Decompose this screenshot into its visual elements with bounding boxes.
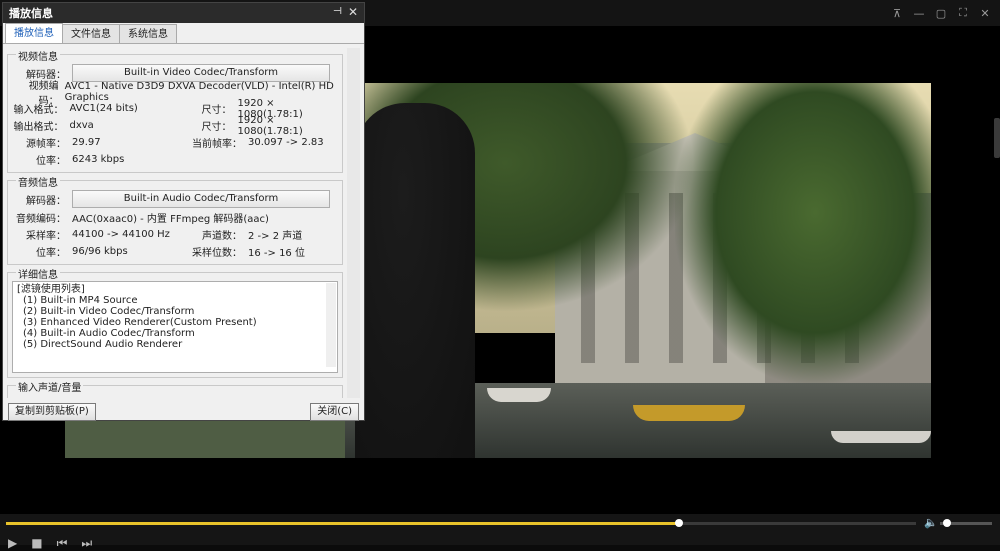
scene-boat-right [831, 431, 931, 443]
playback-controls: ▶ ■ ⏮ ⏭ [8, 536, 92, 551]
playback-info-dialog: 播放信息 ⊣ ✕ 播放信息 文件信息 系统信息 视频信息 解码器： Built-… [2, 2, 365, 421]
scene-boat-white [487, 388, 551, 402]
previous-icon[interactable]: ⏮ [57, 536, 68, 551]
volume-icon[interactable]: 🔈 [924, 516, 938, 529]
video-row-label2: 尺寸： [201, 105, 232, 116]
side-panel-handle[interactable] [994, 118, 1000, 158]
close-icon[interactable]: ✕ [348, 5, 358, 19]
video-info-row: 位率： 6243 kbps [12, 151, 338, 168]
scene-tree-right [675, 83, 931, 383]
video-row-label2: 当前帧率： [192, 139, 242, 150]
input-volume-group: 输入声道/音量 [7, 379, 343, 398]
audio-decoder-button[interactable]: Built-in Audio Codec/Transform [72, 190, 330, 208]
scene-boat-yellow [633, 405, 745, 421]
tab-system-info[interactable]: 系统信息 [119, 24, 177, 43]
seek-bar[interactable] [6, 519, 916, 527]
video-decoder-button[interactable]: Built-in Video Codec/Transform [72, 64, 330, 82]
audio-decoder-label: 解码器： [26, 195, 66, 207]
filter-list-item[interactable]: (3) Enhanced Video Renderer(Custom Prese… [17, 317, 333, 328]
copy-to-clipboard-button[interactable]: 复制到剪贴板(P) [8, 403, 96, 421]
video-row-value: 6243 kbps [72, 154, 125, 165]
minimize-icon[interactable]: — [910, 4, 928, 22]
video-row-label2: 尺寸： [201, 122, 232, 133]
pin-icon[interactable]: ⊣ [333, 6, 342, 17]
control-bar [0, 514, 1000, 545]
volume-slider[interactable] [940, 519, 992, 527]
audio-info-title: 音频信息 [16, 174, 60, 189]
audio-row-label: 音频编码： [16, 214, 66, 225]
filter-list-item[interactable]: (2) Built-in Video Codec/Transform [17, 306, 333, 317]
audio-info-row: 采样率： 44100 -> 44100 Hz 声道数： 2 -> 2 声道 [12, 226, 338, 243]
audio-row-value2: 2 -> 2 声道 [248, 231, 303, 242]
filter-list-item[interactable]: (4) Built-in Audio Codec/Transform [17, 328, 333, 339]
pin-icon[interactable]: ⊼ [888, 4, 906, 22]
window-controls: ⊼ — ▢ ⛶ ✕ [888, 4, 994, 22]
dialog-title-bar[interactable]: 播放信息 ⊣ ✕ [3, 3, 364, 23]
close-button[interactable]: 关闭(C) [310, 403, 359, 421]
video-row-label: 位率： [36, 156, 66, 167]
filter-list[interactable]: [滤镜使用列表] (1) Built-in MP4 Source (2) Built… [12, 281, 338, 373]
restore-icon[interactable]: ▢ [932, 4, 950, 22]
video-row-value: 29.97 [72, 137, 101, 148]
dialog-content: 视频信息 解码器： Built-in Video Codec/Transform… [7, 48, 343, 398]
input-volume-title: 输入声道/音量 [16, 379, 84, 394]
audio-row-value2: 16 -> 16 位 [248, 248, 305, 259]
scene-person [355, 103, 475, 458]
filter-list-item[interactable]: [滤镜使用列表] [17, 284, 333, 295]
video-info-row: 输出格式： dxva 尺寸： 1920 × 1080(1.78:1) [12, 114, 338, 137]
stop-icon[interactable]: ■ [31, 536, 42, 551]
volume-thumb[interactable] [942, 519, 951, 527]
audio-row-value: 44100 -> 44100 Hz [72, 229, 170, 240]
play-icon[interactable]: ▶ [8, 536, 17, 551]
video-row-label: 输入格式： [13, 105, 64, 116]
tab-playback-info[interactable]: 播放信息 [5, 23, 63, 43]
detail-info-group: 详细信息 [滤镜使用列表] (1) Built-in MP4 Source (2) … [7, 266, 343, 378]
close-icon[interactable]: ✕ [976, 4, 994, 22]
filter-list-scrollbar[interactable] [326, 283, 336, 367]
audio-row-label: 位率： [36, 248, 66, 259]
fullscreen-icon[interactable]: ⛶ [954, 4, 972, 22]
seek-bar-fill [6, 522, 680, 525]
audio-row-label: 采样率： [26, 231, 66, 242]
detail-info-title: 详细信息 [16, 266, 60, 281]
filter-list-item[interactable]: (5) DirectSound Audio Renderer [17, 339, 333, 350]
dialog-scrollbar[interactable] [347, 48, 360, 398]
video-row-value: AVC1(24 bits) [69, 103, 138, 114]
video-row-value2: 1920 × 1080(1.78:1) [237, 114, 303, 137]
video-row-value2: 30.097 -> 2.83 [248, 137, 324, 148]
video-info-group: 视频信息 解码器： Built-in Video Codec/Transform… [7, 48, 343, 173]
audio-row-label2: 采样位数： [192, 248, 242, 259]
dialog-tabs: 播放信息 文件信息 系统信息 [3, 23, 364, 44]
filter-list-item[interactable]: (1) Built-in MP4 Source [17, 295, 333, 306]
audio-row-label2: 声道数： [202, 231, 242, 242]
video-info-row: 源帧率： 29.97 当前帧率： 30.097 -> 2.83 [12, 134, 338, 151]
audio-row-value: 96/96 kbps [72, 246, 128, 257]
video-row-label: 源帧率： [26, 139, 66, 150]
video-info-title: 视频信息 [16, 48, 60, 63]
audio-info-group: 音频信息 解码器： Built-in Audio Codec/Transform… [7, 174, 343, 265]
video-row-value: dxva [69, 120, 94, 131]
dialog-title: 播放信息 [9, 7, 53, 20]
audio-row-value: AAC(0xaac0) - 内置 FFmpeg 解码器(aac) [72, 214, 269, 225]
audio-info-row: 位率： 96/96 kbps 采样位数： 16 -> 16 位 [12, 243, 338, 260]
tab-file-info[interactable]: 文件信息 [62, 24, 120, 43]
next-icon[interactable]: ⏭ [81, 536, 92, 551]
video-row-label: 输出格式： [13, 122, 64, 133]
audio-info-row: 音频编码： AAC(0xaac0) - 内置 FFmpeg 解码器(aac) [12, 209, 338, 226]
